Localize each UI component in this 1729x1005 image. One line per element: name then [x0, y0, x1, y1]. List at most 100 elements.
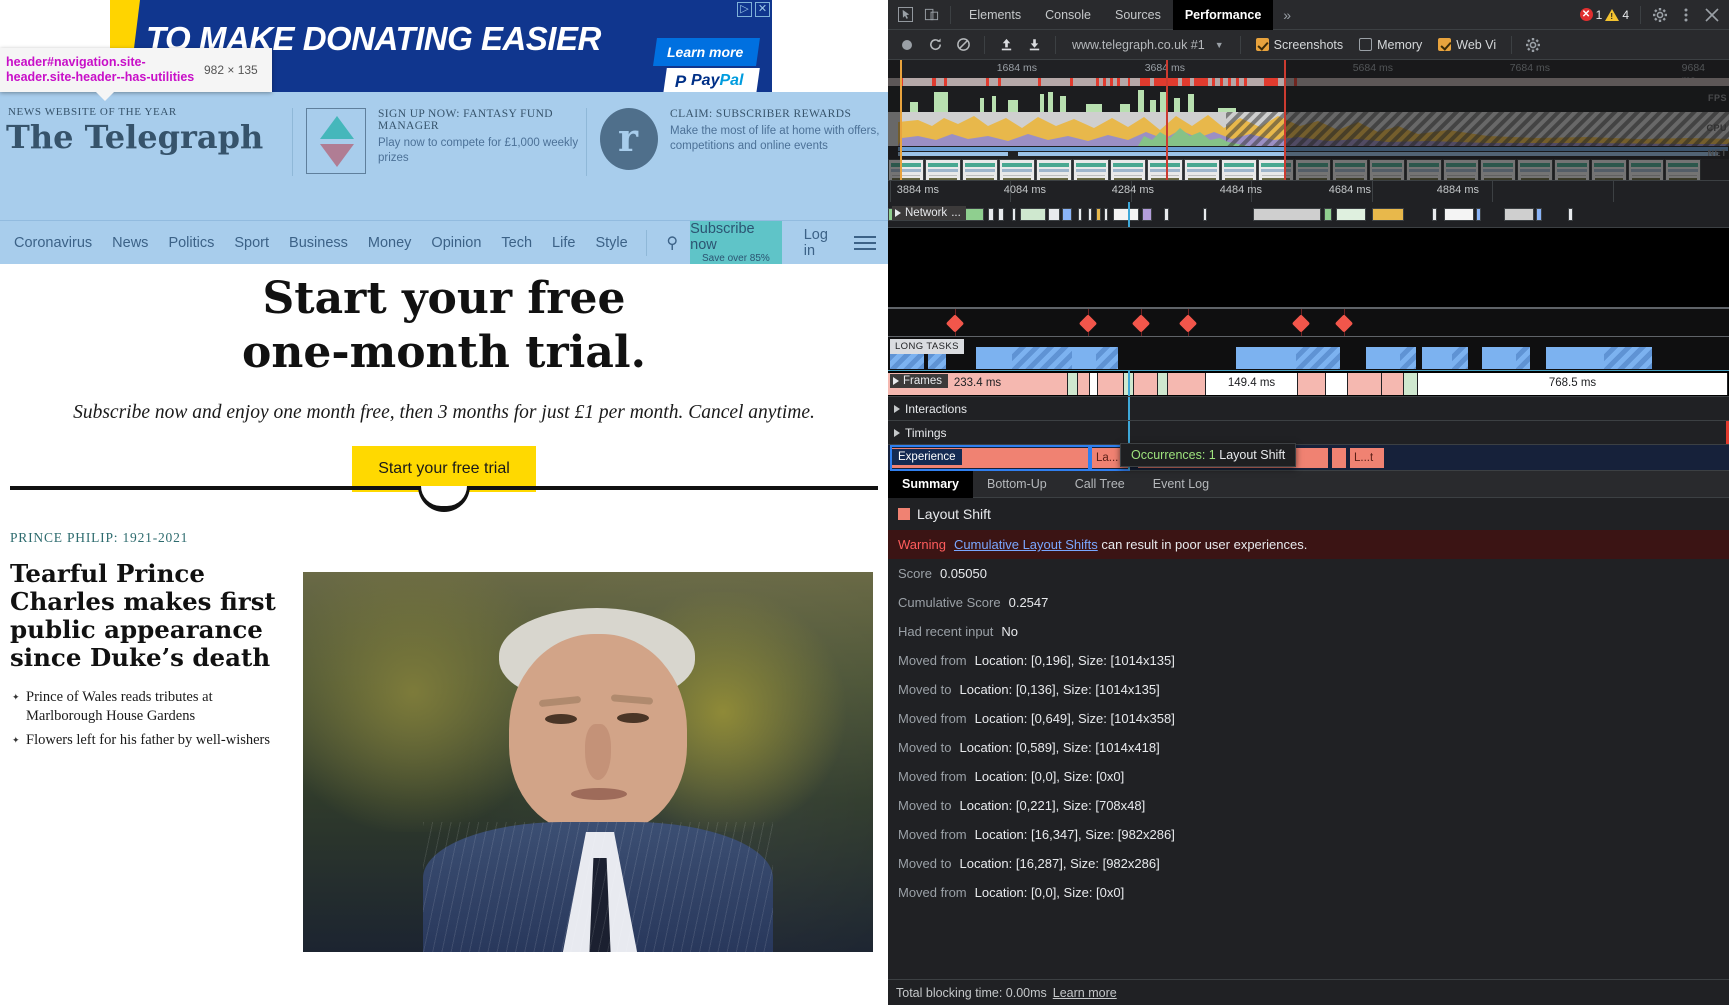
- experience-track-header[interactable]: Experience: [892, 449, 962, 465]
- tab-performance[interactable]: Performance: [1172, 0, 1274, 30]
- tab-call-tree[interactable]: Call Tree: [1061, 470, 1139, 498]
- layout-shift-event[interactable]: L...t: [1350, 448, 1384, 468]
- memory-checkbox[interactable]: Memory: [1352, 38, 1429, 52]
- marker-diamond[interactable]: [1078, 314, 1098, 333]
- long-task-block[interactable]: [976, 347, 1012, 369]
- tab-console[interactable]: Console: [1033, 0, 1103, 30]
- frames-track-header[interactable]: Frames: [890, 374, 948, 388]
- login-link[interactable]: Log in: [782, 227, 854, 259]
- award-text: NEWS WEBSITE OF THE YEAR: [8, 106, 177, 118]
- interactions-track[interactable]: Interactions: [888, 396, 1729, 420]
- article-kicker[interactable]: PRINCE PHILIP: 1921-2021: [0, 530, 888, 546]
- article-headline[interactable]: Tearful Prince Charles makes first publi…: [0, 560, 285, 672]
- marker-diamond[interactable]: [1291, 314, 1311, 333]
- list-item[interactable]: Prince of Wales reads tributes at Marlbo…: [12, 688, 290, 726]
- timings-track-header[interactable]: Timings: [888, 426, 947, 440]
- long-task-block[interactable]: [1604, 347, 1652, 369]
- search-icon[interactable]: ⚲: [654, 233, 690, 253]
- long-task-block[interactable]: [1236, 347, 1296, 369]
- nav-item-style[interactable]: Style: [585, 235, 637, 251]
- gear-icon[interactable]: [1647, 3, 1673, 27]
- long-task-block[interactable]: [1546, 347, 1604, 369]
- chevron-right-icon: [895, 209, 901, 217]
- overview-window-handle-left[interactable]: [1166, 60, 1168, 180]
- chevron-down-icon[interactable]: ▼: [1215, 40, 1232, 50]
- telegraph-logo[interactable]: The Telegraph: [6, 118, 263, 156]
- tab-elements[interactable]: Elements: [957, 0, 1033, 30]
- marker-diamond[interactable]: [945, 314, 965, 333]
- timeline-tick: 3884 ms: [896, 184, 939, 196]
- long-task-block[interactable]: [1366, 347, 1400, 369]
- ad-controls[interactable]: ▷ ✕: [737, 2, 770, 17]
- upload-arrow-icon[interactable]: [993, 33, 1019, 57]
- promo-fantasy-fund-manager[interactable]: SIGN UP NOW: FANTASY FUND MANAGER Play n…: [306, 108, 581, 174]
- nav-item-news[interactable]: News: [102, 235, 158, 251]
- tab-summary[interactable]: Summary: [888, 470, 973, 498]
- long-task-block[interactable]: [1516, 347, 1530, 369]
- experience-track[interactable]: ut Shift La... L...t Experience Occurren…: [888, 443, 1729, 471]
- nav-item-life[interactable]: Life: [542, 235, 585, 251]
- layout-shift-tooltip: Occurrences: 1 Layout Shift: [1120, 443, 1297, 467]
- interactions-track-header[interactable]: Interactions: [888, 402, 967, 416]
- nav-item-money[interactable]: Money: [358, 235, 422, 251]
- close-icon[interactable]: [1699, 3, 1725, 27]
- chevron-double-right-icon[interactable]: »: [1273, 7, 1301, 23]
- toolbar-divider: [950, 5, 951, 24]
- long-tasks-track[interactable]: LONG TASKS: [888, 336, 1729, 370]
- web-vitals-checkbox[interactable]: Web Vi: [1431, 38, 1503, 52]
- marker-diamond[interactable]: [1334, 314, 1354, 333]
- overview-window-handle-right[interactable]: [1284, 60, 1286, 180]
- list-item[interactable]: Flowers left for his father by well-wish…: [12, 731, 290, 750]
- network-track[interactable]: Network ...: [888, 202, 1729, 228]
- long-task-block[interactable]: [1422, 347, 1452, 369]
- long-task-block[interactable]: [1072, 347, 1096, 369]
- clear-prohibited-icon[interactable]: [950, 33, 976, 57]
- marker-diamond[interactable]: [1131, 314, 1151, 333]
- ad-learn-more-button[interactable]: Learn more: [652, 38, 760, 66]
- record-circle-icon[interactable]: [894, 33, 920, 57]
- subscribe-now-button[interactable]: Subscribe now Save over 85%: [690, 220, 782, 265]
- tab-event-log[interactable]: Event Log: [1139, 470, 1223, 498]
- tab-sources[interactable]: Sources: [1103, 0, 1173, 30]
- overview-window-left-shade[interactable]: [888, 60, 900, 180]
- nav-item-politics[interactable]: Politics: [158, 235, 224, 251]
- inspect-cursor-icon[interactable]: [892, 3, 918, 27]
- hamburger-icon[interactable]: [854, 232, 888, 254]
- timeline-markers-track[interactable]: [888, 308, 1729, 337]
- cumulative-layout-shifts-link[interactable]: Cumulative Layout Shifts: [954, 537, 1098, 552]
- capture-settings-gear-icon[interactable]: [1520, 33, 1546, 57]
- nav-item-coronavirus[interactable]: Coronavirus: [0, 235, 102, 251]
- prince-charles-photo[interactable]: [303, 572, 873, 952]
- frames-track[interactable]: Frames 233.4 ms 149.4 ms 768.5 ms: [888, 370, 1729, 396]
- timeline-overview[interactable]: 1684 ms 3684 ms 5684 ms 7684 ms 9684 ms: [888, 60, 1729, 201]
- timings-track[interactable]: Timings: [888, 420, 1729, 444]
- marker-diamond[interactable]: [1178, 314, 1198, 333]
- network-track-header[interactable]: Network ...: [892, 206, 966, 220]
- device-toolbar-icon[interactable]: [918, 3, 944, 27]
- overview-window-right-shade[interactable]: [1284, 60, 1729, 180]
- close-icon[interactable]: ✕: [755, 2, 770, 17]
- timeline-empty-region: [888, 228, 1729, 308]
- promo-subscriber-rewards[interactable]: r CLAIM: SUBSCRIBER REWARDS Make the mos…: [600, 108, 880, 174]
- download-arrow-icon[interactable]: [1021, 33, 1047, 57]
- learn-more-link[interactable]: Learn more: [1053, 986, 1117, 1000]
- nav-item-opinion[interactable]: Opinion: [421, 235, 491, 251]
- issues-badge[interactable]: ✕ 1 4: [1575, 8, 1634, 22]
- layout-shift-event[interactable]: [1332, 448, 1346, 468]
- reload-icon[interactable]: [922, 33, 948, 57]
- nav-item-sport[interactable]: Sport: [224, 235, 279, 251]
- nav-item-tech[interactable]: Tech: [491, 235, 542, 251]
- tab-bottom-up[interactable]: Bottom-Up: [973, 470, 1061, 498]
- nav-item-business[interactable]: Business: [279, 235, 358, 251]
- long-task-block[interactable]: [1296, 347, 1340, 369]
- long-task-block[interactable]: [1452, 347, 1468, 369]
- recording-selector[interactable]: www.telegraph.co.uk #1: [1064, 38, 1213, 52]
- long-task-block[interactable]: [1400, 347, 1416, 369]
- play-icon[interactable]: ▷: [737, 2, 752, 17]
- screenshots-checkbox[interactable]: Screenshots: [1249, 38, 1350, 52]
- long-task-block[interactable]: [1012, 347, 1072, 369]
- promo-body: Play now to compete for £1,000 weekly pr…: [378, 137, 579, 164]
- more-vertical-icon[interactable]: [1673, 3, 1699, 27]
- long-task-block[interactable]: [1482, 347, 1516, 369]
- long-task-block[interactable]: [1096, 347, 1118, 369]
